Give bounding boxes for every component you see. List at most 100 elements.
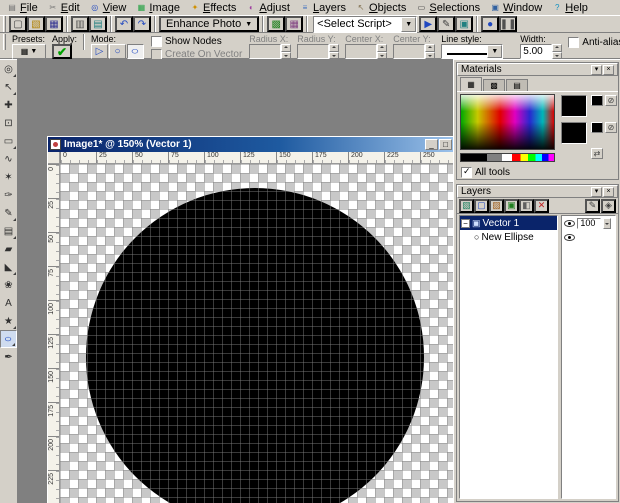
- preset-shape-tool[interactable]: ★: [0, 312, 17, 330]
- materials-frame-tab[interactable]: ▦: [460, 77, 482, 91]
- materials-swatches-tab[interactable]: ▤: [506, 79, 528, 91]
- toolbar-grip[interactable]: [3, 34, 6, 50]
- spin-up-icon[interactable]: [552, 44, 563, 52]
- pan-zoom-tool[interactable]: ◎: [0, 60, 17, 78]
- menu-item[interactable]: ≡ Layers: [295, 0, 351, 15]
- parameter-spinner[interactable]: [377, 44, 388, 59]
- text-tool[interactable]: A: [0, 294, 17, 312]
- chevron-down-icon[interactable]: ▼: [487, 45, 503, 58]
- browse-images-icon[interactable]: ▩: [267, 16, 286, 32]
- new-layer-group-icon[interactable]: ▣: [504, 198, 519, 213]
- foreground-style-color-button[interactable]: [591, 95, 603, 106]
- menu-item[interactable]: ✦ Effects: [185, 0, 241, 15]
- layer-expand-toggle[interactable]: [461, 218, 470, 228]
- anti-alias-option[interactable]: Anti-alias: [568, 36, 620, 48]
- menu-item[interactable]: ◎ View: [85, 0, 132, 15]
- color-picker-strip[interactable]: [460, 153, 555, 162]
- pick-tool[interactable]: ↖: [0, 78, 17, 96]
- flood-fill-tool[interactable]: ◣: [0, 258, 17, 276]
- layer-row[interactable]: ○ New Ellipse: [460, 230, 557, 244]
- toggle-script-output-icon[interactable]: ▣: [455, 16, 474, 32]
- layer-row[interactable]: ▣ Vector 1: [460, 216, 558, 230]
- spin-down-icon[interactable]: [377, 51, 388, 59]
- undo-icon[interactable]: ↶: [115, 16, 133, 32]
- background-style-color-button[interactable]: [591, 122, 603, 133]
- edit-selection-icon[interactable]: ✎: [585, 198, 600, 213]
- freehand-selection-tool[interactable]: ∿: [0, 150, 17, 168]
- color-picker-rainbow[interactable]: [460, 94, 555, 150]
- edit-script-icon[interactable]: ✎: [437, 16, 456, 32]
- new-raster-layer-icon[interactable]: ▧: [459, 198, 474, 213]
- dropper-tool[interactable]: ✑: [0, 186, 17, 204]
- foreground-transparent-button[interactable]: ⊘: [605, 95, 617, 106]
- rollup-button[interactable]: ▾: [591, 64, 602, 75]
- menu-item[interactable]: ▤ File: [2, 0, 43, 15]
- save-image-icon[interactable]: ▦: [45, 16, 63, 32]
- menu-item[interactable]: ▦ Image: [131, 0, 185, 15]
- foreground-color-swatch[interactable]: [561, 95, 587, 117]
- menu-item[interactable]: ↖ Objects: [351, 0, 411, 15]
- enhance-photo-button[interactable]: Enhance Photo ▼: [159, 16, 260, 32]
- magic-wand-tool[interactable]: ✶: [0, 168, 17, 186]
- selection-tool[interactable]: ▭: [0, 132, 17, 150]
- show-nodes-option[interactable]: Show Nodes: [151, 35, 242, 47]
- menu-item[interactable]: ✂ Edit: [43, 0, 85, 15]
- edit-mode-button[interactable]: ▷: [91, 44, 109, 59]
- minimize-button[interactable]: _: [425, 139, 438, 150]
- delete-layer-icon[interactable]: ✕: [534, 198, 549, 213]
- menu-item[interactable]: ▣ Window: [485, 0, 547, 15]
- pause-script-recording-icon[interactable]: ❚❚: [499, 16, 518, 32]
- parameter-spinner[interactable]: [281, 44, 292, 59]
- parameter-input[interactable]: [345, 44, 378, 59]
- parameter-spinner[interactable]: [329, 44, 340, 59]
- menu-item[interactable]: ▭ Selections: [411, 0, 485, 15]
- spin-up-icon[interactable]: [329, 44, 340, 52]
- toolbar-grip[interactable]: [3, 16, 6, 32]
- parameter-input[interactable]: [249, 44, 282, 59]
- eraser-tool[interactable]: ▰: [0, 240, 17, 258]
- menu-item[interactable]: ? Help: [547, 0, 593, 15]
- materials-rainbow-tab[interactable]: ▩: [483, 79, 505, 91]
- show-nodes-checkbox[interactable]: [151, 35, 163, 47]
- width-input[interactable]: 5.00: [520, 44, 553, 59]
- layers-titlebar[interactable]: Layers ▾ ×: [457, 185, 618, 198]
- document-titlebar[interactable]: Image1* @ 150% (Vector 1) _□×: [48, 137, 468, 152]
- spin-down-icon[interactable]: [281, 51, 292, 59]
- new-image-icon[interactable]: ▢: [9, 16, 27, 32]
- new-art-media-layer-icon[interactable]: ▨: [489, 198, 504, 213]
- parameter-input[interactable]: [393, 44, 426, 59]
- spin-up-icon[interactable]: [425, 44, 436, 52]
- spin-up-icon[interactable]: [281, 44, 292, 52]
- picture-tube-tool[interactable]: ❀: [0, 276, 17, 294]
- scan-import-icon[interactable]: ▤: [89, 16, 107, 32]
- draw-circle-mode-button[interactable]: ○: [109, 44, 127, 59]
- script-select-combo[interactable]: <Select Script> ▼: [313, 15, 418, 33]
- grid-toggle-icon[interactable]: ▦: [285, 16, 304, 32]
- menu-item[interactable]: ◐ Adjust: [241, 0, 295, 15]
- parameter-input[interactable]: [297, 44, 330, 59]
- close-button[interactable]: ×: [603, 64, 614, 75]
- background-transparent-button[interactable]: ⊘: [605, 122, 617, 133]
- layer-opacity-spinner[interactable]: [603, 217, 612, 229]
- spin-up-icon[interactable]: [377, 44, 388, 52]
- image-canvas[interactable]: [60, 164, 454, 503]
- layer-visibility-eye-icon[interactable]: [564, 233, 576, 241]
- crop-tool[interactable]: ⊡: [0, 114, 17, 132]
- chevron-down-icon[interactable]: ▼: [401, 16, 417, 32]
- swap-colors-icon[interactable]: ⇄: [591, 148, 603, 159]
- presets-dropdown[interactable]: ▦ ▼: [12, 44, 46, 59]
- draw-ellipse-mode-button[interactable]: ○: [127, 44, 145, 59]
- paint-brush-tool[interactable]: ✎: [0, 204, 17, 222]
- print-icon[interactable]: ▥: [71, 16, 89, 32]
- move-tool[interactable]: ✚: [0, 96, 17, 114]
- layer-visibility-eye-icon[interactable]: [564, 219, 576, 227]
- new-vector-layer-icon[interactable]: ▢: [474, 198, 489, 213]
- anti-alias-checkbox[interactable]: [568, 36, 580, 48]
- restore-button[interactable]: □: [439, 139, 452, 150]
- open-image-icon[interactable]: ▧: [27, 16, 45, 32]
- layer-opacity-value[interactable]: 100: [577, 217, 602, 229]
- line-style-dropdown[interactable]: ▼: [441, 44, 504, 59]
- close-button[interactable]: ×: [603, 186, 614, 197]
- spin-down-icon[interactable]: [425, 51, 436, 59]
- new-mask-layer-icon[interactable]: ◧: [519, 198, 534, 213]
